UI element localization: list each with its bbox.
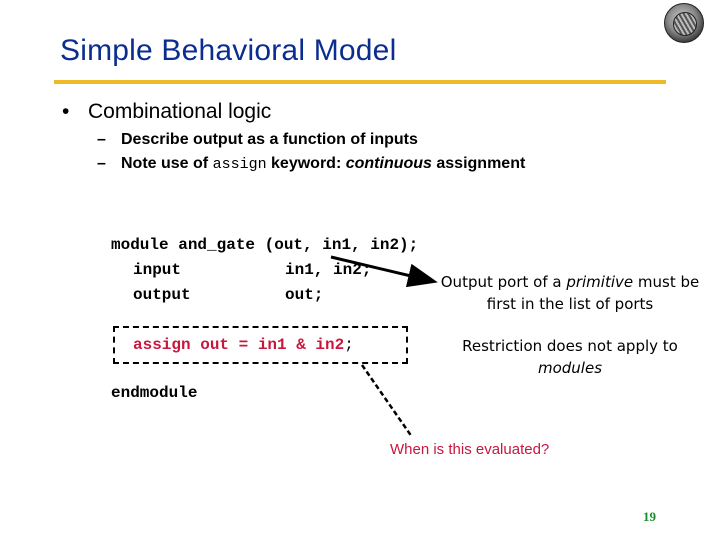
assign-keyword-code: assign [212, 156, 267, 173]
code-endmodule: endmodule [111, 384, 198, 402]
bullet-combinational-logic: • Combinational logic [62, 100, 271, 124]
assign-semicolon: ; [344, 336, 354, 354]
question-when-evaluated: When is this evaluated? [390, 441, 550, 458]
code-input-args: in1, in2; [285, 261, 372, 279]
subbullet-assign-keyword: – Note use of assign keyword: continuous … [97, 155, 525, 173]
note1-text-a: Output port of a [440, 273, 567, 291]
subbullet-suffix: assignment [431, 155, 526, 172]
bullet-marker: • [62, 100, 70, 123]
code-input-keyword: input [133, 261, 182, 279]
seal-center [673, 12, 697, 36]
code-assign-statement: assign out = in1 & in2; [133, 336, 354, 354]
subbullet-text: Describe output as a function of inputs [121, 131, 418, 148]
subbullet-prefix: Note use of [121, 155, 213, 172]
code-module-declaration: module and_gate (out, in1, in2); [111, 236, 419, 254]
page-number: 19 [643, 509, 656, 524]
assign-expression: assign out = in1 & in2 [133, 336, 345, 354]
dashed-callout-line [360, 364, 414, 438]
subbullet-middle: keyword: [266, 155, 346, 172]
bullet-text: Combinational logic [88, 100, 272, 123]
title-underline-rule [54, 80, 666, 84]
note1-primitive-emphasis: primitive [566, 273, 634, 291]
subbullet-describe-output: – Describe output as a function of inputs [97, 131, 418, 149]
continuous-emphasis: continuous [345, 155, 432, 172]
code-output-keyword: output [133, 286, 191, 304]
note-restriction-modules: Restriction does not apply to modules [430, 335, 710, 379]
subbullet-marker: – [97, 155, 106, 172]
note2-modules-emphasis: modules [537, 359, 603, 377]
code-output-args: out; [285, 286, 324, 304]
note2-text-a: Restriction does not apply to [462, 337, 678, 355]
note-output-port-first: Output port of a primitive must be first… [430, 271, 710, 315]
university-seal-icon [664, 3, 704, 43]
slide-title: Simple Behavioral Model [60, 34, 397, 67]
subbullet-marker: – [97, 131, 106, 148]
